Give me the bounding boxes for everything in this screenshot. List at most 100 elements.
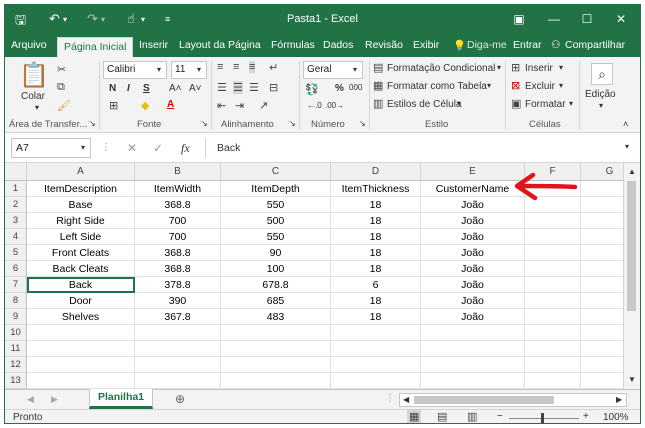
cell-g10[interactable] [581, 325, 623, 341]
scroll-down-icon[interactable]: ▼ [628, 375, 636, 384]
cell-g2[interactable] [581, 197, 623, 213]
number-format-dropdown-icon[interactable]: ▾ [353, 65, 357, 74]
format-cells-button[interactable]: Formatar [525, 99, 566, 110]
cell-c8[interactable]: 685 [221, 293, 331, 309]
column-header-e[interactable]: E [421, 163, 525, 181]
orientation-icon[interactable]: ↗ [259, 99, 268, 112]
conditional-format-icon[interactable]: ▤ [373, 61, 383, 74]
cell-g9[interactable] [581, 309, 623, 325]
format-dropdown-icon[interactable]: ▾ [569, 99, 573, 108]
font-size-select[interactable]: 11 [171, 61, 207, 79]
cell-e6[interactable]: João [421, 261, 525, 277]
insert-cells-button[interactable]: Inserir [525, 63, 553, 74]
cell-g12[interactable] [581, 357, 623, 373]
cell-g3[interactable] [581, 213, 623, 229]
cell-d9[interactable]: 18 [331, 309, 421, 325]
cell-g1[interactable] [581, 181, 623, 197]
tab-pagina-inicial[interactable]: Página Inicial [57, 37, 134, 57]
cell-e8[interactable]: João [421, 293, 525, 309]
row-header[interactable]: 9 [5, 309, 27, 325]
cell-a2[interactable]: Base [27, 197, 135, 213]
cell-b8[interactable]: 390 [135, 293, 221, 309]
wrap-text-icon[interactable]: ↵ [269, 61, 278, 74]
cell-e4[interactable]: João [421, 229, 525, 245]
cell-b1[interactable]: ItemWidth [135, 181, 221, 197]
name-box[interactable]: A7 [11, 138, 91, 158]
borders-icon[interactable]: ⊞ [109, 99, 118, 112]
cell-f6[interactable] [525, 261, 581, 277]
column-header-a[interactable]: A [27, 163, 135, 181]
row-header[interactable]: 8 [5, 293, 27, 309]
column-header-b[interactable]: B [135, 163, 221, 181]
horizontal-scrollbar[interactable]: ◀ ▶ [399, 393, 627, 407]
align-bottom-icon[interactable]: ≡ [249, 61, 256, 73]
clipboard-launcher-icon[interactable]: ↘ [89, 119, 96, 128]
zoom-in-icon[interactable]: + [583, 411, 589, 422]
zoom-slider-thumb[interactable] [541, 413, 544, 423]
cell-c4[interactable]: 550 [221, 229, 331, 245]
delete-cells-button[interactable]: Excluir [525, 81, 555, 92]
cell-e3[interactable]: João [421, 213, 525, 229]
row-header[interactable]: 10 [5, 325, 27, 341]
fill-color-icon[interactable]: ◆ [141, 99, 149, 112]
zoom-out-icon[interactable]: − [497, 411, 503, 422]
cell-b3[interactable]: 700 [135, 213, 221, 229]
tab-inserir[interactable]: Inserir [139, 39, 168, 51]
cell-f13[interactable] [525, 373, 581, 389]
cell-styles-dropdown-icon[interactable]: ▾ [457, 99, 461, 108]
row-header[interactable]: 11 [5, 341, 27, 357]
cell-styles-button[interactable]: Estilos de Célula [387, 99, 461, 110]
cell-c6[interactable]: 100 [221, 261, 331, 277]
decrease-indent-icon[interactable]: ⇤ [217, 99, 226, 112]
cell-f4[interactable] [525, 229, 581, 245]
cell-d6[interactable]: 18 [331, 261, 421, 277]
align-middle-icon[interactable]: ≡ [233, 61, 239, 73]
cell-d5[interactable]: 18 [331, 245, 421, 261]
lightbulb-icon[interactable]: 💡 [453, 39, 466, 52]
font-launcher-icon[interactable]: ↘ [201, 119, 208, 128]
row-header[interactable]: 1 [5, 181, 27, 197]
row-header[interactable]: 3 [5, 213, 27, 229]
tab-revisao[interactable]: Revisão [365, 39, 403, 51]
cell-a10[interactable] [27, 325, 135, 341]
page-layout-view-icon[interactable]: ▤ [437, 410, 447, 423]
sheet-tab-planilha1[interactable]: Planilha1 [89, 389, 153, 409]
scroll-right-icon[interactable]: ▶ [616, 395, 622, 404]
format-table-icon[interactable]: ▦ [373, 79, 383, 92]
cell-g11[interactable] [581, 341, 623, 357]
cell-a1[interactable]: ItemDescription [27, 181, 135, 197]
cell-d12[interactable] [331, 357, 421, 373]
cell-f10[interactable] [525, 325, 581, 341]
cell-d3[interactable]: 18 [331, 213, 421, 229]
number-launcher-icon[interactable]: ↘ [359, 119, 366, 128]
editing-button[interactable]: Edição [585, 89, 616, 100]
cell-a5[interactable]: Front Cleats [27, 245, 135, 261]
confirm-entry-icon[interactable]: ✓ [153, 141, 163, 155]
cell-b2[interactable]: 368.8 [135, 197, 221, 213]
cell-e12[interactable] [421, 357, 525, 373]
cell-f5[interactable] [525, 245, 581, 261]
cell-c9[interactable]: 483 [221, 309, 331, 325]
cell-c7[interactable]: 678.8 [221, 277, 331, 293]
underline-button[interactable]: S [143, 83, 150, 94]
cell-c12[interactable] [221, 357, 331, 373]
cell-c5[interactable]: 90 [221, 245, 331, 261]
zoom-level[interactable]: 100% [603, 412, 629, 423]
row-header[interactable]: 6 [5, 261, 27, 277]
cell-e9[interactable]: João [421, 309, 525, 325]
row-header[interactable]: 5 [5, 245, 27, 261]
page-break-view-icon[interactable]: ▥ [467, 410, 477, 423]
increase-indent-icon[interactable]: ⇥ [235, 99, 244, 112]
cell-b11[interactable] [135, 341, 221, 357]
maximize-icon[interactable]: ☐ [573, 9, 601, 29]
share-person-icon[interactable]: ⚇ [551, 39, 560, 51]
accounting-format-icon[interactable]: 💱 [305, 83, 319, 96]
tab-split-grip-icon[interactable]: ⋮ [385, 393, 395, 404]
cell-f7[interactable] [525, 277, 581, 293]
format-table-dropdown-icon[interactable]: ▾ [487, 81, 491, 90]
cell-f11[interactable] [525, 341, 581, 357]
format-painter-icon[interactable]: 🖌 [57, 99, 71, 112]
vertical-scrollbar[interactable]: ▲ ▼ [623, 163, 640, 389]
paste-label[interactable]: Colar [21, 91, 45, 102]
alignment-launcher-icon[interactable]: ↘ [289, 119, 296, 128]
